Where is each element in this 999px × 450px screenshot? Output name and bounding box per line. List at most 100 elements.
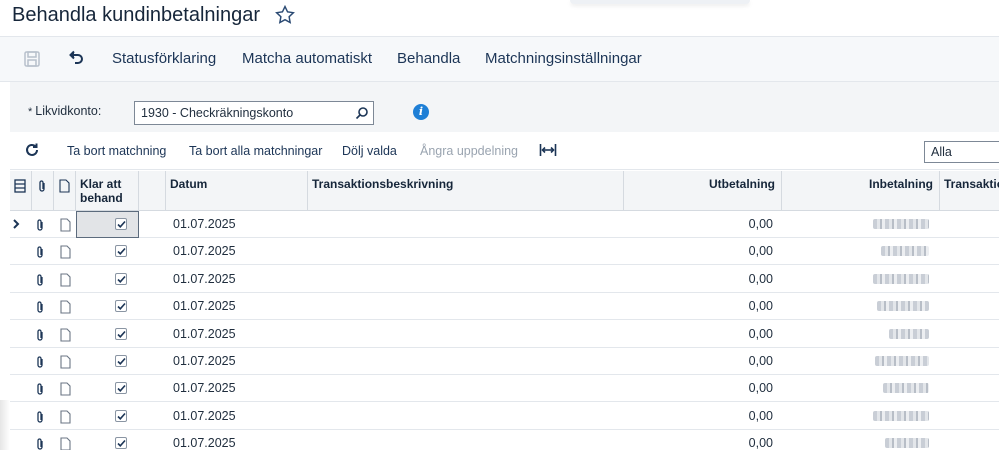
ready-checkbox[interactable]: [115, 245, 127, 258]
table-row[interactable]: 01.07.2025 0,00: [10, 293, 999, 321]
description-cell: [308, 211, 624, 238]
remove-match-button[interactable]: Ta bort matchning: [67, 144, 166, 158]
description-cell: [308, 321, 624, 348]
description-cell: [308, 375, 624, 402]
date-cell: 01.07.2025: [173, 408, 236, 423]
row-filter-select[interactable]: Alla: [924, 141, 999, 163]
required-marker: *: [28, 106, 33, 118]
ready-checkbox[interactable]: [115, 272, 127, 285]
info-icon[interactable]: i: [413, 104, 429, 120]
transaction-header[interactable]: Transaktio: [940, 171, 999, 211]
ready-to-process-header[interactable]: Klar att behand: [76, 171, 139, 211]
payment-out-cell: 0,00: [748, 326, 773, 341]
check-icon: [117, 303, 126, 311]
payment-in-header[interactable]: Inbetalning: [782, 171, 940, 211]
payment-out-cell: 0,00: [748, 381, 773, 396]
save-icon[interactable]: [22, 49, 42, 69]
payments-grid: Klar att behand Datum Transaktionsbeskri…: [10, 171, 999, 450]
account-label: * Likvidkonto:: [28, 104, 101, 118]
date-cell: 01.07.2025: [173, 244, 236, 259]
description-cell: [308, 348, 624, 375]
undo-split-button[interactable]: Ångra uppdelning: [420, 144, 518, 158]
account-field[interactable]: 1930 - Checkräkningskonto: [134, 101, 374, 125]
paperclip-icon[interactable]: [34, 328, 46, 342]
table-row[interactable]: 01.07.2025 0,00: [10, 430, 999, 450]
column-settings-header[interactable]: [10, 171, 32, 211]
redacted-amount: [873, 410, 929, 421]
date-header[interactable]: Datum: [166, 171, 308, 211]
status-explanation-button[interactable]: Statusförklaring: [112, 50, 216, 67]
description-cell: [308, 238, 624, 265]
paperclip-icon[interactable]: [34, 355, 46, 369]
table-row[interactable]: 01.07.2025 0,00: [10, 238, 999, 266]
table-row[interactable]: 01.07.2025 0,00: [10, 320, 999, 348]
note-icon: [59, 179, 70, 193]
paperclip-icon[interactable]: [34, 437, 46, 450]
ready-checkbox[interactable]: [115, 409, 127, 422]
paperclip-icon[interactable]: [34, 245, 46, 259]
account-value: 1930 - Checkräkningskonto: [141, 106, 294, 120]
redacted-amount: [889, 328, 929, 339]
undo-icon[interactable]: [66, 49, 86, 69]
star-icon[interactable]: [274, 4, 296, 26]
note-icon[interactable]: [59, 328, 71, 342]
paperclip-icon[interactable]: [34, 410, 46, 424]
description-cell: [308, 430, 624, 450]
paperclip-icon[interactable]: [34, 300, 46, 314]
date-cell: 01.07.2025: [173, 299, 236, 314]
process-button[interactable]: Behandla: [397, 50, 460, 67]
redacted-amount: [883, 383, 929, 394]
columns-icon[interactable]: [14, 179, 26, 193]
note-icon[interactable]: [59, 355, 71, 369]
matching-settings-button[interactable]: Matchningsinställningar: [485, 50, 642, 67]
note-icon[interactable]: [59, 410, 71, 424]
ready-checkbox[interactable]: [115, 300, 127, 313]
note-icon[interactable]: [59, 218, 71, 232]
paperclip-icon[interactable]: [34, 273, 46, 287]
active-cell[interactable]: [76, 211, 139, 238]
payment-out-cell: 0,00: [748, 436, 773, 450]
check-icon: [117, 440, 126, 448]
ready-checkbox[interactable]: [115, 382, 127, 395]
check-icon: [117, 385, 126, 393]
window-edge: [0, 400, 10, 450]
filter-panel: * Likvidkonto: 1930 - Checkräkningskonto …: [10, 82, 999, 132]
check-icon: [117, 330, 126, 338]
table-row[interactable]: 01.07.2025 0,00: [10, 348, 999, 375]
remove-all-matches-button[interactable]: Ta bort alla matchningar: [189, 144, 322, 158]
ready-checkbox[interactable]: [115, 327, 127, 340]
blank-header: [139, 171, 166, 211]
description-cell: [308, 403, 624, 430]
search-icon[interactable]: [355, 106, 369, 120]
title-bar: Behandla kundinbetalningar: [0, 0, 999, 36]
note-icon[interactable]: [59, 437, 71, 450]
date-cell: 01.07.2025: [173, 217, 236, 231]
note-icon[interactable]: [59, 245, 71, 259]
check-icon: [117, 412, 126, 420]
redacted-amount: [873, 273, 929, 284]
fit-columns-icon[interactable]: [539, 142, 557, 158]
payment-out-header[interactable]: Utbetalning: [624, 171, 782, 211]
description-cell: [308, 266, 624, 293]
description-header[interactable]: Transaktionsbeskrivning: [308, 171, 624, 211]
ready-checkbox[interactable]: [115, 218, 127, 230]
redacted-amount: [885, 438, 929, 449]
hide-selected-button[interactable]: Dölj valda: [342, 144, 397, 158]
table-row[interactable]: 01.07.2025 0,00: [10, 402, 999, 430]
note-icon[interactable]: [59, 273, 71, 287]
notes-header: [54, 171, 76, 211]
note-icon[interactable]: [59, 382, 71, 396]
paperclip-icon[interactable]: [34, 218, 46, 232]
ready-checkbox[interactable]: [115, 437, 127, 450]
redacted-amount: [875, 356, 929, 366]
match-automatically-button[interactable]: Matcha automatiskt: [242, 50, 372, 67]
paperclip-icon[interactable]: [34, 382, 46, 396]
note-icon[interactable]: [59, 300, 71, 314]
table-row[interactable]: 01.07.2025 0,00: [10, 211, 999, 238]
refresh-icon[interactable]: [24, 142, 40, 158]
check-icon: [117, 220, 126, 228]
ready-checkbox[interactable]: [115, 355, 127, 367]
table-row[interactable]: 01.07.2025 0,00: [10, 375, 999, 403]
payment-out-cell: 0,00: [748, 217, 773, 231]
table-row[interactable]: 01.07.2025 0,00: [10, 265, 999, 293]
